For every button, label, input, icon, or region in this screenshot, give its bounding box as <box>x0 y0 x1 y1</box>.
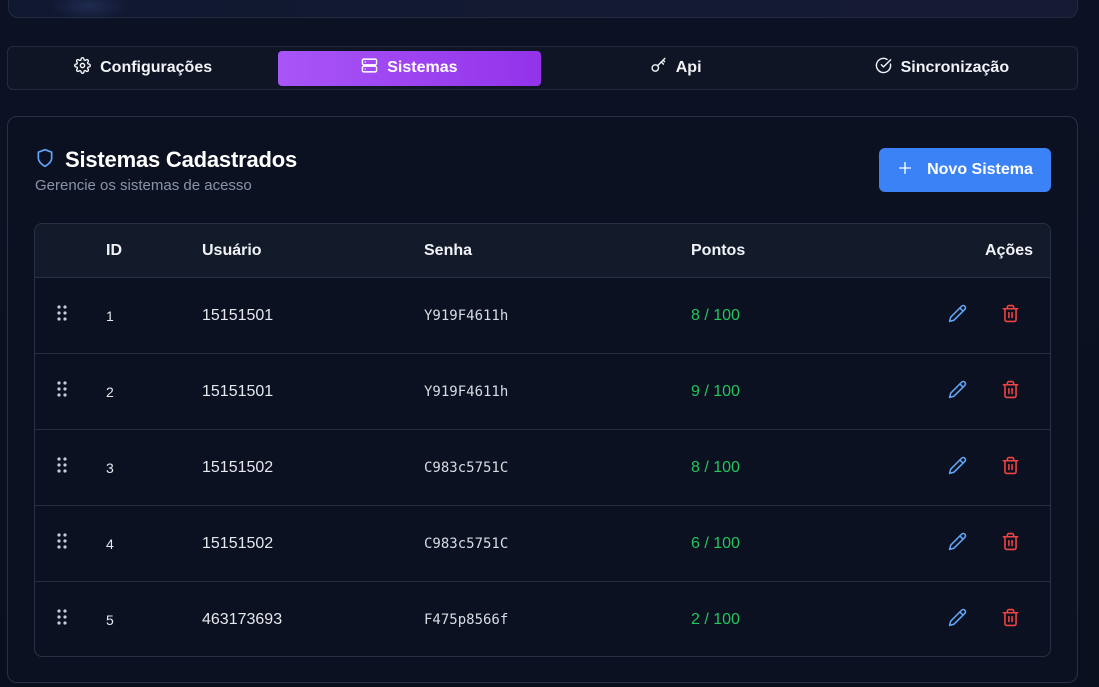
trash-icon <box>1001 608 1020 632</box>
drag-handle-icon[interactable] <box>55 275 69 351</box>
cell-password: F475p8566f <box>424 612 509 628</box>
delete-button[interactable] <box>997 278 1023 354</box>
table-row: 3 15151502 C983c5751C 8 / 100 <box>35 430 1050 506</box>
card-title: Sistemas Cadastrados <box>65 147 297 172</box>
card-subtitle: Gerencie os sistemas de acesso <box>35 177 252 194</box>
table-body: 1 15151501 Y919F4611h 8 / 100 2 15151501… <box>35 278 1050 656</box>
shield-icon <box>35 148 55 173</box>
check-circle-icon <box>875 57 892 79</box>
trash-icon <box>1001 532 1020 556</box>
trash-icon <box>1001 456 1020 480</box>
table-header: ID Usuário Senha Pontos Ações <box>35 224 1050 278</box>
cell-points: 2 / 100 <box>691 611 740 628</box>
table-row: 5 463173693 F475p8566f 2 / 100 <box>35 579 1050 656</box>
new-system-label: Novo Sistema <box>927 161 1033 178</box>
systems-table: ID Usuário Senha Pontos Ações 1 15151501… <box>34 223 1051 657</box>
cell-password: Y919F4611h <box>424 384 509 400</box>
cell-id: 5 <box>106 612 114 628</box>
edit-button[interactable] <box>943 582 971 656</box>
delete-button[interactable] <box>997 430 1023 506</box>
systems-card: Sistemas Cadastrados Gerencie os sistema… <box>7 116 1078 683</box>
delete-button[interactable] <box>997 506 1023 582</box>
pencil-icon <box>948 380 967 404</box>
edit-button[interactable] <box>943 506 971 582</box>
cell-points: 8 / 100 <box>691 459 740 476</box>
trash-icon <box>1001 304 1020 328</box>
trash-icon <box>1001 380 1020 404</box>
edit-button[interactable] <box>943 354 971 430</box>
plus-icon <box>897 160 913 181</box>
cell-user: 15151501 <box>202 307 274 324</box>
decorative-glow <box>49 0 129 21</box>
table-row: 1 15151501 Y919F4611h 8 / 100 <box>35 278 1050 354</box>
cell-points: 9 / 100 <box>691 383 740 400</box>
card-header: Sistemas Cadastrados <box>35 147 297 173</box>
tab-bar: Configurações Sistemas Api Sincronização <box>7 46 1078 90</box>
edit-button[interactable] <box>943 278 971 354</box>
cell-id: 3 <box>106 460 114 476</box>
tab-configuracoes[interactable]: Configurações <box>12 51 274 86</box>
cell-points: 6 / 100 <box>691 535 740 552</box>
tab-api[interactable]: Api <box>545 51 807 86</box>
drag-handle-icon[interactable] <box>55 351 69 427</box>
top-card-remnant <box>8 0 1078 21</box>
drag-handle-icon[interactable] <box>55 427 69 503</box>
tab-sistemas[interactable]: Sistemas <box>278 50 541 86</box>
header-points: Pontos <box>691 242 746 259</box>
server-icon <box>361 57 378 79</box>
delete-button[interactable] <box>997 582 1023 656</box>
cell-id: 4 <box>106 536 114 552</box>
cell-id: 2 <box>106 384 114 400</box>
tab-label: Sistemas <box>387 59 458 76</box>
delete-button[interactable] <box>997 354 1023 430</box>
table-row: 2 15151501 Y919F4611h 9 / 100 <box>35 354 1050 430</box>
header-id: ID <box>106 242 122 259</box>
cell-password: C983c5751C <box>424 460 509 476</box>
header-actions: Ações <box>985 242 1034 259</box>
drag-handle-icon[interactable] <box>55 503 69 579</box>
tab-label: Configurações <box>100 59 213 76</box>
header-user: Usuário <box>202 242 262 259</box>
cell-user: 15151502 <box>202 535 274 552</box>
tab-label: Sincronização <box>900 59 1010 76</box>
cell-user: 15151501 <box>202 383 274 400</box>
key-icon <box>650 57 667 79</box>
pencil-icon <box>948 532 967 556</box>
cell-id: 1 <box>106 308 114 324</box>
gear-icon <box>74 57 92 79</box>
drag-handle-icon[interactable] <box>55 579 69 655</box>
tab-label: Api <box>675 59 702 76</box>
pencil-icon <box>948 456 967 480</box>
edit-button[interactable] <box>943 430 971 506</box>
pencil-icon <box>948 304 967 328</box>
cell-points: 8 / 100 <box>691 307 740 324</box>
header-password: Senha <box>424 242 473 259</box>
cell-user: 463173693 <box>202 611 283 628</box>
cell-password: Y919F4611h <box>424 308 509 324</box>
tab-sincronizacao[interactable]: Sincronização <box>811 51 1073 86</box>
new-system-button[interactable]: Novo Sistema <box>879 148 1051 192</box>
pencil-icon <box>948 608 967 632</box>
cell-password: C983c5751C <box>424 536 509 552</box>
table-row: 4 15151502 C983c5751C 6 / 100 <box>35 506 1050 582</box>
cell-user: 15151502 <box>202 459 274 476</box>
